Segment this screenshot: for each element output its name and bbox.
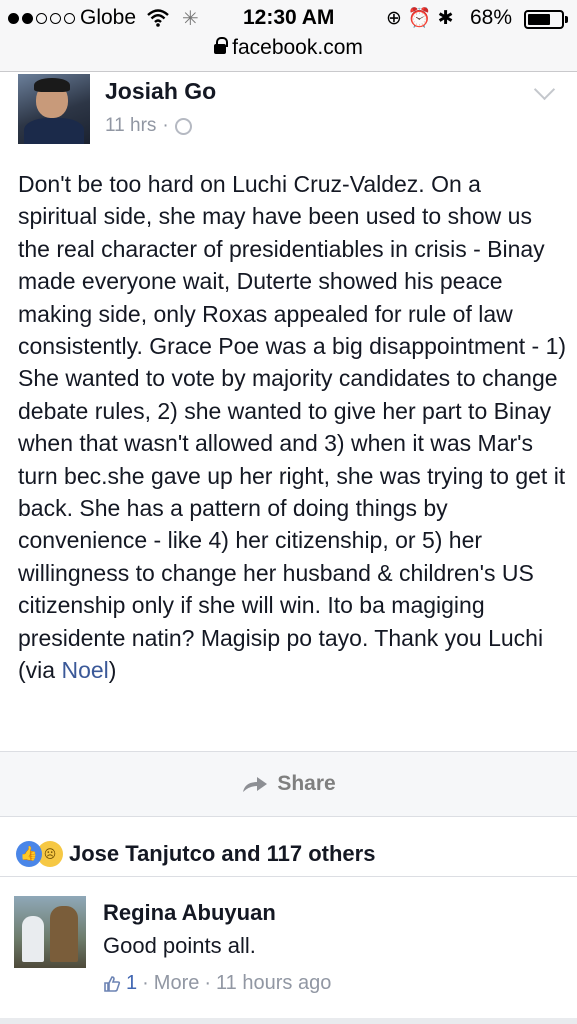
carrier-name: Globe [80,6,137,29]
comment-like-count[interactable]: 1 [126,972,137,995]
chevron-down-icon[interactable] [533,78,556,101]
lock-icon [214,37,229,54]
reactions-summary[interactable]: 👍 ☹ Jose Tanjutco and 117 others [0,831,577,877]
post-body-text: Don't be too hard on Luchi Cruz-Valdez. … [18,171,567,684]
comment-more-link[interactable]: More [154,972,200,995]
url-text: facebook.com [232,36,363,59]
comment-time[interactable]: 11 hours ago [216,972,331,995]
activity-spinner-icon: ✳ [182,8,199,30]
comment-sep-2: · [204,972,212,994]
divider [0,1018,577,1024]
status-bar: Globe ✳ 12:30 AM ⊕⏰✱ 68% [0,0,577,38]
globe-icon [174,117,192,135]
share-button[interactable]: Share [0,751,577,817]
post-author[interactable]: Josiah Go [105,78,216,105]
thumbs-up-icon[interactable] [103,975,121,993]
share-arrow-icon [243,777,268,792]
post-body-end: ) [108,657,117,684]
comment-meta: 1 · More · 11 hours ago [103,972,331,995]
meta-separator: · [162,115,169,136]
battery-fill [528,14,550,25]
share-label: Share [277,772,336,795]
author-avatar[interactable] [18,74,90,144]
battery-icon [524,10,568,29]
post-time[interactable]: 11 hrs [105,115,156,137]
status-icons: ⊕⏰✱ [386,8,460,29]
address-bar[interactable]: facebook.com [0,36,577,60]
post-meta: 11 hrs · [105,115,192,137]
comment-text: Good points all. [103,933,256,958]
wifi-icon [147,9,169,27]
post-body: Don't be too hard on Luchi Cruz-Valdez. … [18,168,566,687]
mention-link[interactable]: Noel [61,657,108,683]
commenter-name[interactable]: Regina Abuyuan [103,900,276,926]
commenter-avatar[interactable] [14,896,86,968]
signal-strength-icon [8,13,75,24]
like-reaction-icon: 👍 [16,840,42,867]
battery-percent: 68% [470,6,513,29]
comment-sep-1: · [142,972,149,994]
browser-chrome: Globe ✳ 12:30 AM ⊕⏰✱ 68% facebook.com [0,0,577,72]
clock: 12:30 AM [243,6,335,29]
reactions-text: Jose Tanjutco and 117 others [69,840,376,866]
